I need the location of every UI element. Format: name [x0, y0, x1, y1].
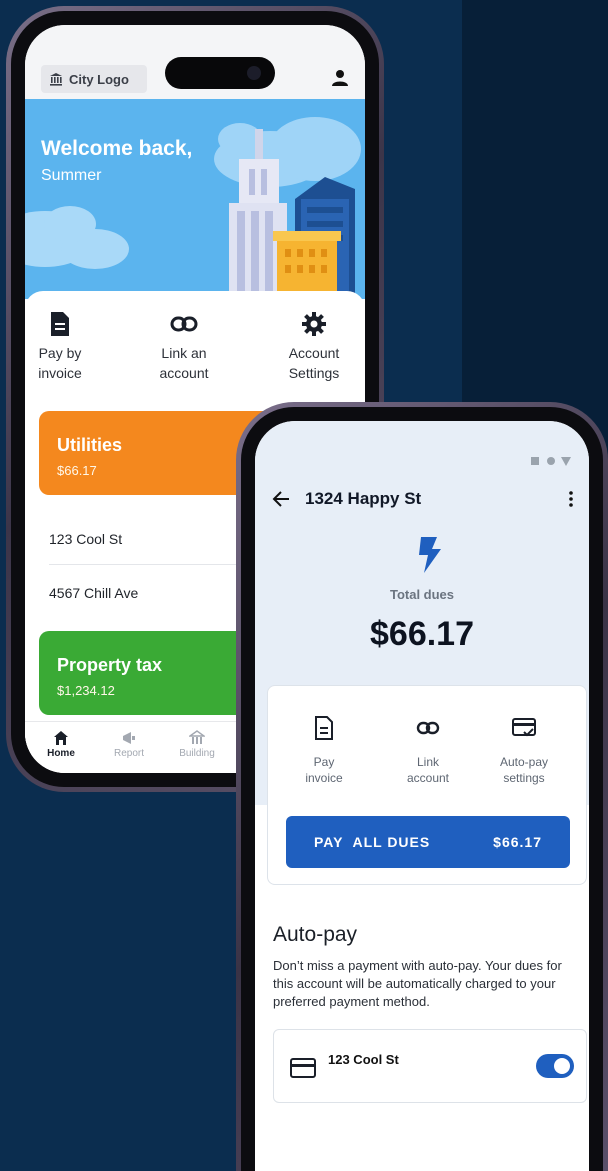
link-icon — [170, 316, 198, 332]
account-settings-label-1: Account — [288, 345, 340, 361]
card-check-icon — [512, 718, 536, 737]
bank-icon — [50, 73, 62, 86]
more-options-icon[interactable] — [561, 489, 581, 509]
home-icon — [54, 731, 68, 745]
utilities-amount: $66.17 — [57, 463, 97, 478]
list-item[interactable]: 4567 Chill Ave — [49, 567, 249, 619]
building-icon — [189, 730, 205, 744]
nav-home-label: Home — [47, 748, 75, 759]
autopay-heading: Auto-pay — [273, 923, 358, 946]
user-name: Summer — [41, 167, 102, 184]
account-settings-label-2: Settings — [288, 365, 340, 381]
page-title: 1324 Happy St — [305, 489, 422, 508]
pay-by-invoice-label-1: Pay by — [38, 345, 82, 361]
autopay-account-row: 123 Cool St — [273, 1029, 587, 1103]
pay-all-dues-label: PAY ALL DUES — [314, 834, 431, 850]
bolt-icon — [419, 537, 441, 573]
megaphone-icon — [123, 732, 135, 744]
nav-home[interactable]: Home — [31, 730, 91, 759]
pay-by-invoice-label-2: invoice — [38, 365, 82, 381]
link-account-label-1: Link — [416, 755, 439, 769]
pay-all-dues-amount: $66.17 — [493, 834, 542, 850]
welcome-title: Welcome back, — [41, 137, 193, 160]
welcome-hero: Welcome back, Summer — [25, 99, 365, 299]
city-illustration — [25, 117, 361, 299]
account-actions-card: Pay invoice Link account Auto-pay settin… — [267, 685, 587, 885]
nav-building-label: Building — [179, 748, 215, 759]
autopay-settings-label-1: Auto-pay — [499, 755, 549, 769]
pay-invoice-label-2: invoice — [305, 771, 343, 785]
pay-by-invoice-button[interactable]: Pay by invoice — [25, 311, 115, 383]
phone-account-screen: 1324 Happy St Total dues $66.17 Pay invo… — [236, 402, 608, 1171]
pay-invoice-label-1: Pay — [313, 755, 335, 769]
link-account-label-2: account — [406, 771, 450, 785]
total-dues-value: $66.17 — [370, 615, 474, 653]
city-logo-label: City Logo — [69, 71, 129, 87]
autopay-settings-button[interactable]: Auto-pay settings — [476, 716, 572, 786]
gear-icon — [302, 312, 326, 336]
link-account-button[interactable]: Link account — [380, 716, 476, 786]
link-account-label-2: account — [159, 365, 209, 381]
invoice-icon — [51, 312, 69, 336]
autopay-description: Don’t miss a payment with auto-pay. Your… — [273, 958, 562, 1009]
profile-icon[interactable] — [331, 69, 349, 87]
credit-card-icon — [290, 1058, 316, 1078]
address-label: 123 Cool St — [49, 530, 123, 547]
total-dues-label: Total dues — [389, 587, 455, 602]
status-bar-icons — [531, 457, 571, 466]
link-account-button[interactable]: Link an account — [129, 311, 239, 383]
link-icon — [416, 721, 440, 735]
nav-report[interactable]: Report — [99, 730, 159, 759]
account-settings-button[interactable]: Account Settings — [259, 311, 365, 383]
quick-actions: Pay by invoice Link an account Account S… — [25, 311, 365, 391]
pay-invoice-button[interactable]: Pay invoice — [276, 716, 372, 786]
link-account-label-1: Link an — [161, 345, 207, 361]
property-tax-amount: $1,234.12 — [57, 683, 115, 698]
utilities-title: Utilities — [57, 435, 123, 455]
property-tax-title: Property tax — [57, 655, 163, 675]
city-logo[interactable]: City Logo — [41, 65, 147, 93]
dynamic-island — [165, 57, 275, 89]
autopay-settings-label-2: settings — [503, 771, 545, 785]
list-item[interactable]: 123 Cool St — [49, 513, 249, 565]
nav-building[interactable]: Building — [167, 730, 227, 759]
address-label: 4567 Chill Ave — [49, 585, 139, 601]
autopay-toggle[interactable] — [536, 1054, 574, 1078]
pay-all-dues-button[interactable]: PAY ALL DUES $66.17 — [286, 816, 570, 868]
nav-report-label: Report — [113, 748, 144, 759]
account-screen: 1324 Happy St Total dues $66.17 Pay invo… — [255, 421, 589, 1171]
back-arrow-icon[interactable] — [271, 489, 291, 509]
phone-bezel: 1324 Happy St Total dues $66.17 Pay invo… — [241, 407, 603, 1171]
autopay-address: 123 Cool St — [328, 1052, 399, 1067]
invoice-icon — [315, 716, 333, 740]
